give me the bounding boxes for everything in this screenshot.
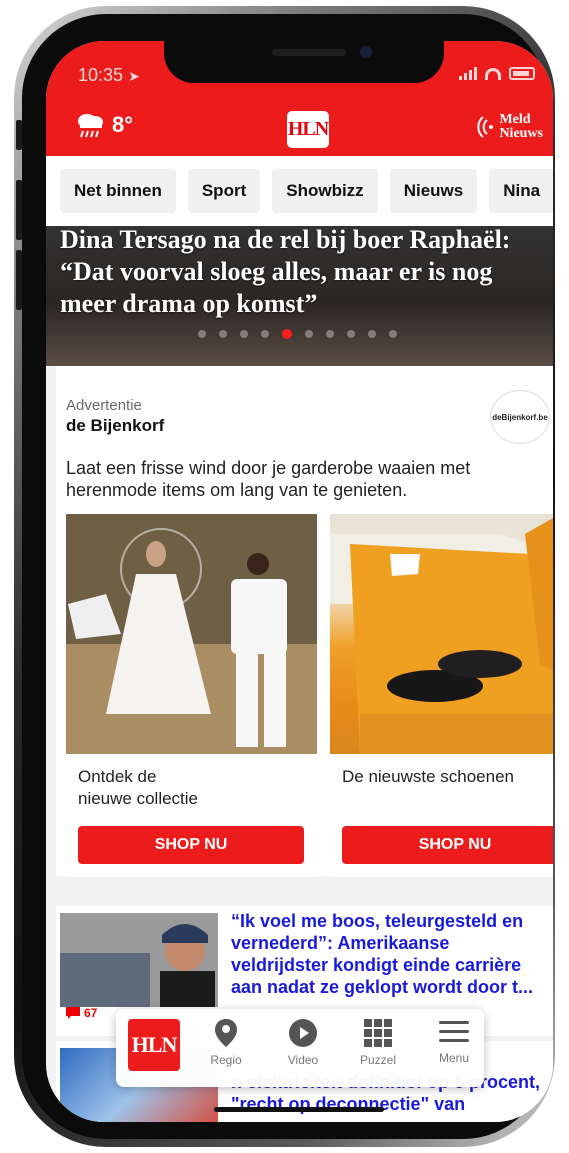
- nav-menu[interactable]: Menu: [424, 1019, 484, 1079]
- meld-nieuws-button[interactable]: Meld Nieuws: [477, 113, 543, 141]
- shoes-photo: [330, 514, 553, 754]
- tab-nieuws[interactable]: Nieuws: [389, 169, 478, 213]
- play-icon: [289, 1019, 317, 1047]
- ad-card-caption: Ontdek de nieuwe collectie: [78, 766, 198, 810]
- meld-nieuws-label: Meld Nieuws: [499, 113, 543, 141]
- rain-cloud-icon: [78, 114, 103, 138]
- ad-card-shoes[interactable]: De nieuwste schoenen SHOP NU: [330, 514, 553, 877]
- comment-icon: [66, 1007, 80, 1019]
- tab-net-binnen[interactable]: Net binnen: [60, 169, 176, 213]
- tab-nina[interactable]: Nina: [489, 169, 553, 213]
- puzzle-grid-icon: [364, 1019, 392, 1047]
- broadcast-icon: [477, 116, 494, 138]
- home-indicator[interactable]: [214, 1107, 384, 1112]
- speaker: [272, 49, 346, 56]
- carousel-dot[interactable]: [389, 330, 397, 338]
- status-icons: [459, 67, 535, 80]
- carousel-dot[interactable]: [261, 330, 269, 338]
- nav-video-label: Video: [287, 1053, 319, 1067]
- nav-puzzel[interactable]: Puzzel: [348, 1019, 408, 1079]
- notch: [164, 41, 444, 83]
- comment-count-text: 67: [84, 1006, 98, 1020]
- section-tabs: Net binnen Sport Showbizz Nieuws Nina: [46, 156, 553, 226]
- mute-switch: [16, 120, 22, 150]
- nav-video[interactable]: Video: [273, 1019, 333, 1079]
- shop-now-button[interactable]: SHOP NU: [78, 826, 304, 864]
- camera: [360, 46, 372, 58]
- bijenkorf-logo[interactable]: deBijenkorf.be: [490, 390, 550, 444]
- tab-showbizz[interactable]: Showbizz: [272, 169, 378, 213]
- location-arrow-icon: ➤: [128, 68, 140, 84]
- article-thumbnail: [60, 913, 218, 1007]
- ad-card-caption: De nieuwste schoenen: [342, 766, 514, 788]
- nav-menu-label: Menu: [438, 1051, 470, 1065]
- hamburger-icon: [439, 1021, 469, 1042]
- status-time: 10:35 ➤: [78, 65, 140, 86]
- battery-icon: [509, 67, 535, 80]
- ad-card-collection[interactable]: Ontdek de nieuwe collectie SHOP NU: [66, 514, 317, 877]
- signal-icon: [459, 67, 477, 80]
- cyclist-photo: [60, 913, 218, 1007]
- bottom-nav: HLN Regio Video Puzzel Menu: [116, 1009, 484, 1087]
- shoes-illustration: [330, 518, 553, 754]
- volume-up-button: [16, 180, 22, 240]
- carousel-dot-active[interactable]: [282, 329, 292, 339]
- weather-widget[interactable]: 8°: [74, 111, 133, 139]
- bijenkorf-logo-text: deBijenkorf.be: [492, 412, 548, 422]
- caption-line: Ontdek de: [78, 767, 157, 786]
- nav-regio[interactable]: Regio: [196, 1019, 256, 1079]
- carousel-dot[interactable]: [240, 330, 248, 338]
- article-headline[interactable]: “Ik voel me boos, teleurgesteld en verne…: [231, 910, 551, 998]
- nav-home-logo[interactable]: HLN: [128, 1019, 180, 1071]
- comment-count[interactable]: 67: [66, 1006, 97, 1020]
- shop-now-button[interactable]: SHOP NU: [342, 826, 553, 864]
- wifi-icon: [485, 68, 501, 80]
- fashion-illustration: [66, 514, 317, 754]
- advertisement: Advertentie de Bijenkorf deBijenkorf.be …: [56, 366, 553, 877]
- carousel-dots: [198, 329, 397, 339]
- meld-label: Meld: [499, 112, 531, 127]
- carousel-dot[interactable]: [305, 330, 313, 338]
- caption-line: nieuwe collectie: [78, 789, 199, 808]
- carousel-dot[interactable]: [347, 330, 355, 338]
- nav-puzzel-label: Puzzel: [359, 1053, 397, 1067]
- location-pin-icon: [215, 1019, 237, 1047]
- ad-description: Laat een frisse wind door je garderobe w…: [66, 458, 471, 500]
- ad-brand[interactable]: de Bijenkorf: [66, 416, 164, 436]
- ad-label: Advertentie: [66, 397, 142, 414]
- carousel-dot[interactable]: [198, 330, 206, 338]
- temperature: 8°: [112, 112, 134, 137]
- volume-down-button: [16, 250, 22, 310]
- app-screen: 10:35 ➤ 8° HLN Meld Nieuws Net binnen Sp…: [46, 41, 553, 1122]
- fashion-photo: [66, 514, 317, 754]
- nieuws-label: Nieuws: [499, 126, 543, 141]
- caption-line: De nieuwste schoenen: [342, 767, 515, 786]
- hero-carousel[interactable]: Dina Tersago na de rel bij boer Raphaël:…: [46, 226, 553, 366]
- tab-sport[interactable]: Sport: [187, 169, 261, 213]
- hln-logo[interactable]: HLN: [287, 111, 329, 148]
- nav-regio-label: Regio: [210, 1053, 242, 1067]
- hero-headline[interactable]: Dina Tersago na de rel bij boer Raphaël:…: [60, 226, 552, 320]
- carousel-dot[interactable]: [219, 330, 227, 338]
- carousel-dot[interactable]: [326, 330, 334, 338]
- status-time-text: 10:35: [78, 65, 124, 85]
- carousel-dot[interactable]: [368, 330, 376, 338]
